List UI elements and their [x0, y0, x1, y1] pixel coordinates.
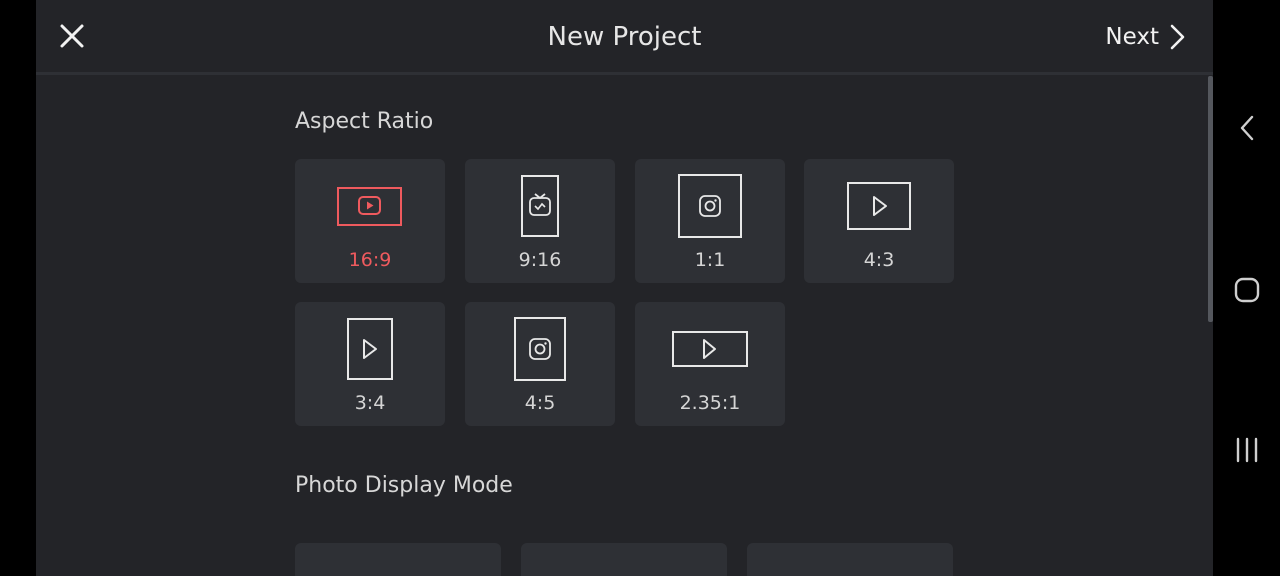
photo-display-mode-option[interactable] — [295, 543, 501, 576]
photo-display-mode-option[interactable] — [747, 543, 953, 576]
nav-back-button[interactable] — [1227, 108, 1267, 148]
aspect-ratio-label: 4:3 — [863, 249, 895, 271]
aspect-ratio-option-4-3[interactable]: 4:3 — [804, 159, 954, 283]
aspect-ratio-option-9-16[interactable]: 9:16 — [465, 159, 615, 283]
nav-home-button[interactable] — [1227, 270, 1267, 310]
page-title: New Project — [547, 22, 702, 52]
aspect-ratio-section-title: Aspect Ratio — [295, 109, 434, 134]
igtv-icon — [521, 175, 559, 237]
nav-recents-button[interactable] — [1227, 430, 1267, 470]
new-project-screen: New Project Next Aspect Ratio 16:9 9:16 … — [36, 0, 1213, 576]
photo-display-mode-section-title: Photo Display Mode — [295, 473, 513, 498]
aspect-ratio-option-1-1[interactable]: 1:1 — [635, 159, 785, 283]
aspect-ratio-label: 4:5 — [524, 392, 556, 414]
aspect-ratio-option-3-4[interactable]: 3:4 — [295, 302, 445, 426]
instagram-icon — [678, 174, 742, 238]
next-button-label: Next — [1105, 24, 1159, 50]
photo-display-mode-option[interactable] — [521, 543, 727, 576]
next-button[interactable]: Next — [1105, 20, 1185, 54]
instagram-icon — [514, 317, 566, 381]
youtube-icon — [337, 187, 402, 226]
aspect-ratio-option-2-35-1[interactable]: 2.35:1 — [635, 302, 785, 426]
recents-icon — [1236, 437, 1258, 463]
back-icon — [1240, 115, 1254, 141]
aspect-ratio-label: 3:4 — [354, 392, 386, 414]
play-icon — [347, 318, 393, 380]
play-icon — [672, 331, 748, 367]
aspect-ratio-label: 16:9 — [348, 249, 392, 271]
home-icon — [1234, 277, 1260, 303]
header-bar: New Project Next — [36, 0, 1213, 75]
aspect-ratio-label: 9:16 — [518, 249, 562, 271]
play-icon — [847, 182, 911, 230]
aspect-ratio-option-4-5[interactable]: 4:5 — [465, 302, 615, 426]
aspect-ratio-label: 1:1 — [694, 249, 726, 271]
chevron-right-icon — [1169, 24, 1185, 50]
aspect-ratio-label: 2.35:1 — [679, 392, 741, 414]
system-navigation-bar — [1213, 0, 1280, 576]
aspect-ratio-option-16-9[interactable]: 16:9 — [295, 159, 445, 283]
